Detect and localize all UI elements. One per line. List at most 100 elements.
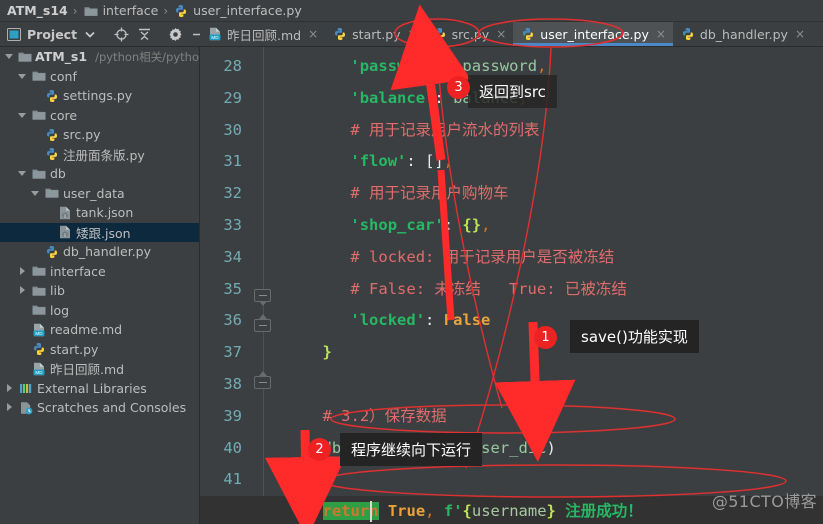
tab-md[interactable]: MD 昨日回顾.md × xyxy=(200,22,325,46)
line-number: 38 xyxy=(223,375,242,393)
chevron-right-icon[interactable] xyxy=(4,402,15,413)
chevron-right-icon[interactable] xyxy=(17,266,28,277)
tree-item-ExternalLibraries[interactable]: External Libraries xyxy=(0,379,199,399)
fold-marker-35[interactable] xyxy=(254,314,271,332)
python-file-icon xyxy=(44,88,60,104)
tree-item-db[interactable]: db xyxy=(0,164,199,184)
code-line[interactable]: 'balance': balance, xyxy=(350,83,527,115)
locate-icon[interactable] xyxy=(114,26,129,42)
code-line[interactable]: 'locked': False xyxy=(350,305,490,337)
code-token: 'balance' xyxy=(350,88,435,107)
code-line[interactable]: 'password': password, xyxy=(350,51,546,83)
code-line[interactable]: # 用于记录用户购物车 xyxy=(350,178,508,210)
scratches-icon xyxy=(18,400,34,416)
python-file-icon xyxy=(44,244,60,260)
line-number: 35 xyxy=(223,279,242,298)
tree-item-ATM_s14[interactable]: ATM_s14/python相关/pytho xyxy=(0,47,199,67)
tab-startpy[interactable]: start.py × xyxy=(325,22,424,46)
tree-item-interface[interactable]: interface xyxy=(0,262,199,282)
chevron-right-icon[interactable] xyxy=(4,383,15,394)
python-file-icon xyxy=(44,146,60,162)
chevron-right-icon[interactable] xyxy=(17,285,28,296)
tree-item-startpy[interactable]: start.py xyxy=(0,340,199,360)
chevron-down-icon[interactable] xyxy=(30,188,41,199)
fold-guide-line xyxy=(262,47,264,524)
tab-close-icon[interactable]: × xyxy=(795,27,805,41)
code-line[interactable]: 'flow': [], xyxy=(350,146,453,178)
chevron-down-icon[interactable] xyxy=(82,26,98,42)
breadcrumb-separator-1: › xyxy=(72,3,78,18)
project-panel-button[interactable]: Project xyxy=(6,26,98,42)
markdown-file-icon: MD xyxy=(31,361,47,377)
python-file-icon xyxy=(173,3,189,19)
tree-item-json[interactable]: {} 矮跟.json xyxy=(0,222,199,242)
code-line[interactable]: db_handler.save(user_dic) xyxy=(323,433,556,465)
fold-marker-34[interactable] xyxy=(254,289,271,306)
tree-item-db_handlerpy[interactable]: db_handler.py xyxy=(0,242,199,262)
tab-close-icon[interactable]: × xyxy=(308,27,318,41)
tree-item-path: /python相关/pytho xyxy=(95,49,199,64)
tree-item-readmemd[interactable]: MD readme.md xyxy=(0,320,199,340)
breadcrumb-file[interactable]: user_interface.py xyxy=(173,3,302,19)
code-line[interactable]: 'shop_car': {}, xyxy=(350,210,490,242)
tree-item-lib[interactable]: lib xyxy=(0,281,199,301)
tree-item-label: user_data xyxy=(63,185,125,201)
code-line[interactable]: # False: 未冻结 True: 已被冻结 xyxy=(350,274,626,306)
tree-item-settingspy[interactable]: settings.py xyxy=(0,86,199,106)
code-token: , xyxy=(443,152,454,171)
code-token: save xyxy=(425,438,463,457)
code-line[interactable]: # 用于记录用户流水的列表 xyxy=(350,115,539,147)
line-number: 28 xyxy=(223,57,242,75)
tree-item-label: readme.md xyxy=(50,322,123,338)
tree-item-ScratchesandConsoles[interactable]: Scratches and Consoles xyxy=(0,398,199,418)
fold-marker-37[interactable] xyxy=(254,371,271,389)
tab-db_handlerpy[interactable]: db_handler.py × xyxy=(673,22,812,46)
code-token: balance xyxy=(453,88,519,107)
tree-item-label: 矮跟.json xyxy=(76,225,131,241)
tab-srcpy[interactable]: src.py × xyxy=(425,22,514,46)
breadcrumb-folder[interactable]: interface xyxy=(83,3,158,19)
code-token: 'flow' xyxy=(350,152,407,171)
collapse-all-icon[interactable] xyxy=(137,26,152,42)
tree-item-tankjson[interactable]: {} tank.json xyxy=(0,203,199,223)
tab-close-icon[interactable]: × xyxy=(656,27,666,41)
code-token: f' xyxy=(443,502,463,521)
code-token: : xyxy=(434,88,444,107)
code-editor[interactable]: 28293031323334353637383940414243 'passwo… xyxy=(200,47,823,524)
fold-gutter[interactable] xyxy=(250,47,276,524)
chevron-down-icon[interactable] xyxy=(17,168,28,179)
code-token: } xyxy=(322,343,332,362)
tree-item-md[interactable]: MD 昨日回顾.md xyxy=(0,359,199,379)
chevron-down-icon[interactable] xyxy=(4,51,15,62)
tree-item-core[interactable]: core xyxy=(0,106,199,126)
code-line[interactable]: # locked: 用于记录用户是否被冻结 xyxy=(350,242,614,274)
chevron-down-icon[interactable] xyxy=(17,110,28,121)
python-file-icon xyxy=(332,26,348,42)
code-line[interactable]: } xyxy=(323,337,332,369)
tree-item-log[interactable]: log xyxy=(0,301,199,321)
project-tree-panel[interactable]: ATM_s14/python相关/pythoconfsettings.pycor… xyxy=(0,47,200,524)
breadcrumb-root-label: ATM_s14 xyxy=(7,3,68,18)
tree-item-py[interactable]: 注册面条版.py xyxy=(0,145,199,165)
tab-user_interfacepy[interactable]: user_interface.py × xyxy=(513,22,673,46)
libraries-icon xyxy=(18,380,34,396)
folder-icon xyxy=(18,49,32,65)
tree-item-user_data[interactable]: user_data xyxy=(0,184,199,204)
tab-close-icon[interactable]: × xyxy=(408,27,418,41)
tree-item-label: db xyxy=(50,166,66,182)
code-token: # 用于记录用户流水的列表 xyxy=(350,120,540,139)
breadcrumb-separator-2: › xyxy=(163,3,169,18)
code-lines[interactable]: 'password': password,'balance': balance,… xyxy=(200,47,823,524)
settings-gear-icon[interactable] xyxy=(168,26,183,42)
tree-item-conf[interactable]: conf xyxy=(0,67,199,87)
python-file-icon xyxy=(432,26,448,42)
tree-item-srcpy[interactable]: src.py xyxy=(0,125,199,145)
chevron-down-icon[interactable] xyxy=(17,71,28,82)
code-line[interactable]: # 3.2）保存数据 xyxy=(323,401,447,433)
breadcrumb-root[interactable]: ATM_s14 xyxy=(7,3,68,18)
tab-close-icon[interactable]: × xyxy=(496,27,506,41)
code-token: , xyxy=(537,57,547,75)
